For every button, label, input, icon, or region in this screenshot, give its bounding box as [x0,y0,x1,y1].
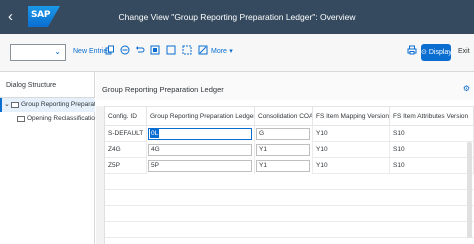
select-all-icon[interactable] [148,45,162,59]
dialog-structure-title: Dialog Structure [6,82,57,89]
cell-mapping-version: Y10 [313,158,390,174]
table-row-empty[interactable] [105,174,474,190]
table-row-empty[interactable] [105,206,474,222]
chevron-down-icon: ▾ [229,48,233,55]
folder-icon [17,116,25,122]
copy-icon[interactable] [103,45,117,59]
column-header-config-id[interactable]: Config. ID [105,107,147,127]
settings-icon[interactable]: ⚙ [463,84,470,93]
dialog-structure-panel: Dialog Structure ⌄ Group Reporting Prepa… [0,72,95,244]
input-box[interactable] [148,144,252,156]
select-block-icon[interactable] [180,45,194,59]
tree-item-label: Opening Reclassification Subitem [27,115,95,122]
exit-button[interactable]: Exit [458,48,470,55]
cell-mapping-version: Y10 [313,142,390,158]
print-icon[interactable] [405,45,419,59]
cell-consolidation-coa-input[interactable]: G [255,126,313,142]
page-title: Change View "Group Reporting Preparation… [118,12,356,22]
glasses-icon: ⊙ [421,49,427,56]
shell-bar: ‹ SAP Change View "Group Reporting Prepa… [0,0,474,34]
expand-arrow-icon[interactable]: ⌄ [4,98,10,112]
deselect-block-icon[interactable] [196,45,210,59]
panel-title: Group Reporting Preparation Ledger [102,85,224,94]
main-panel: Group Reporting Preparation Ledger ⚙ Con… [96,72,474,244]
cell-consolidation-coa-input[interactable]: Y1 [255,158,313,174]
cell-config-id: Z4G [105,142,147,158]
delete-icon[interactable] [118,45,132,59]
cell-value: 0L [150,129,160,138]
column-header-attributes-version[interactable]: FS Item Attributes Version [390,107,474,127]
table-row[interactable]: Z5P 5P Y1 Y10 S10 [105,158,474,174]
cell-value: 4G [151,146,160,153]
cell-preparation-ledger-input[interactable]: 5P [147,158,255,174]
tree-item-opening-reclassification[interactable]: Opening Reclassification Subitem [0,112,95,126]
table-header: Config. ID Group Reporting Preparation L… [105,106,474,127]
tree-item-label: Group Reporting Preparation Ledger [21,101,95,108]
display-button[interactable]: ⊙ Display [421,44,452,61]
toolbar: ⌄ New Entries More ▾ ⊙ Display Exit [0,34,474,72]
cell-config-id: Z5P [105,158,147,174]
panel-header: Group Reporting Preparation Ledger ⚙ [96,72,474,100]
undo-icon[interactable] [133,45,147,59]
cell-value: Y1 [259,146,267,153]
cell-config-id: S-DEFAULT [105,126,147,142]
cell-value: Y1 [259,162,267,169]
column-header-consolidation-coa[interactable]: Consolidation COA [255,107,313,127]
deselect-all-icon[interactable] [164,45,178,59]
cell-preparation-ledger-input[interactable]: 4G [147,142,255,158]
cell-consolidation-coa-input[interactable]: Y1 [255,142,313,158]
vertical-scrollbar[interactable] [467,142,472,238]
input-box[interactable] [148,128,252,140]
cell-value: G [259,130,265,137]
table-row-empty[interactable] [105,222,474,238]
cell-preparation-ledger-input[interactable]: 0L [147,126,255,142]
tree-item-preparation-ledger[interactable]: ⌄ Group Reporting Preparation Ledger [0,98,95,112]
cell-attributes-version: S10 [390,142,474,158]
input-box[interactable] [256,128,310,140]
column-header-preparation-ledger[interactable]: Group Reporting Preparation Ledger [147,107,255,127]
table-row[interactable]: Z4G 4G Y1 Y10 S10 [105,142,474,158]
row-selector-column [96,106,105,244]
chevron-down-icon: ⌄ [54,47,61,56]
command-field-select[interactable]: ⌄ [10,44,66,61]
cell-mapping-version: Y10 [313,126,390,142]
dialog-structure-header: Dialog Structure [0,72,95,98]
cell-attributes-version: S10 [390,158,474,174]
display-button-label: Display [428,49,452,56]
column-header-mapping-version[interactable]: FS Item Mapping Version [313,107,390,127]
cell-value: 5P [151,162,159,169]
table-row-empty[interactable] [105,190,474,206]
folder-icon [11,102,19,108]
input-box[interactable] [148,160,252,172]
cell-attributes-version: S10 [390,126,474,142]
table-row[interactable]: S-DEFAULT 0L G Y10 S10 [105,126,474,142]
